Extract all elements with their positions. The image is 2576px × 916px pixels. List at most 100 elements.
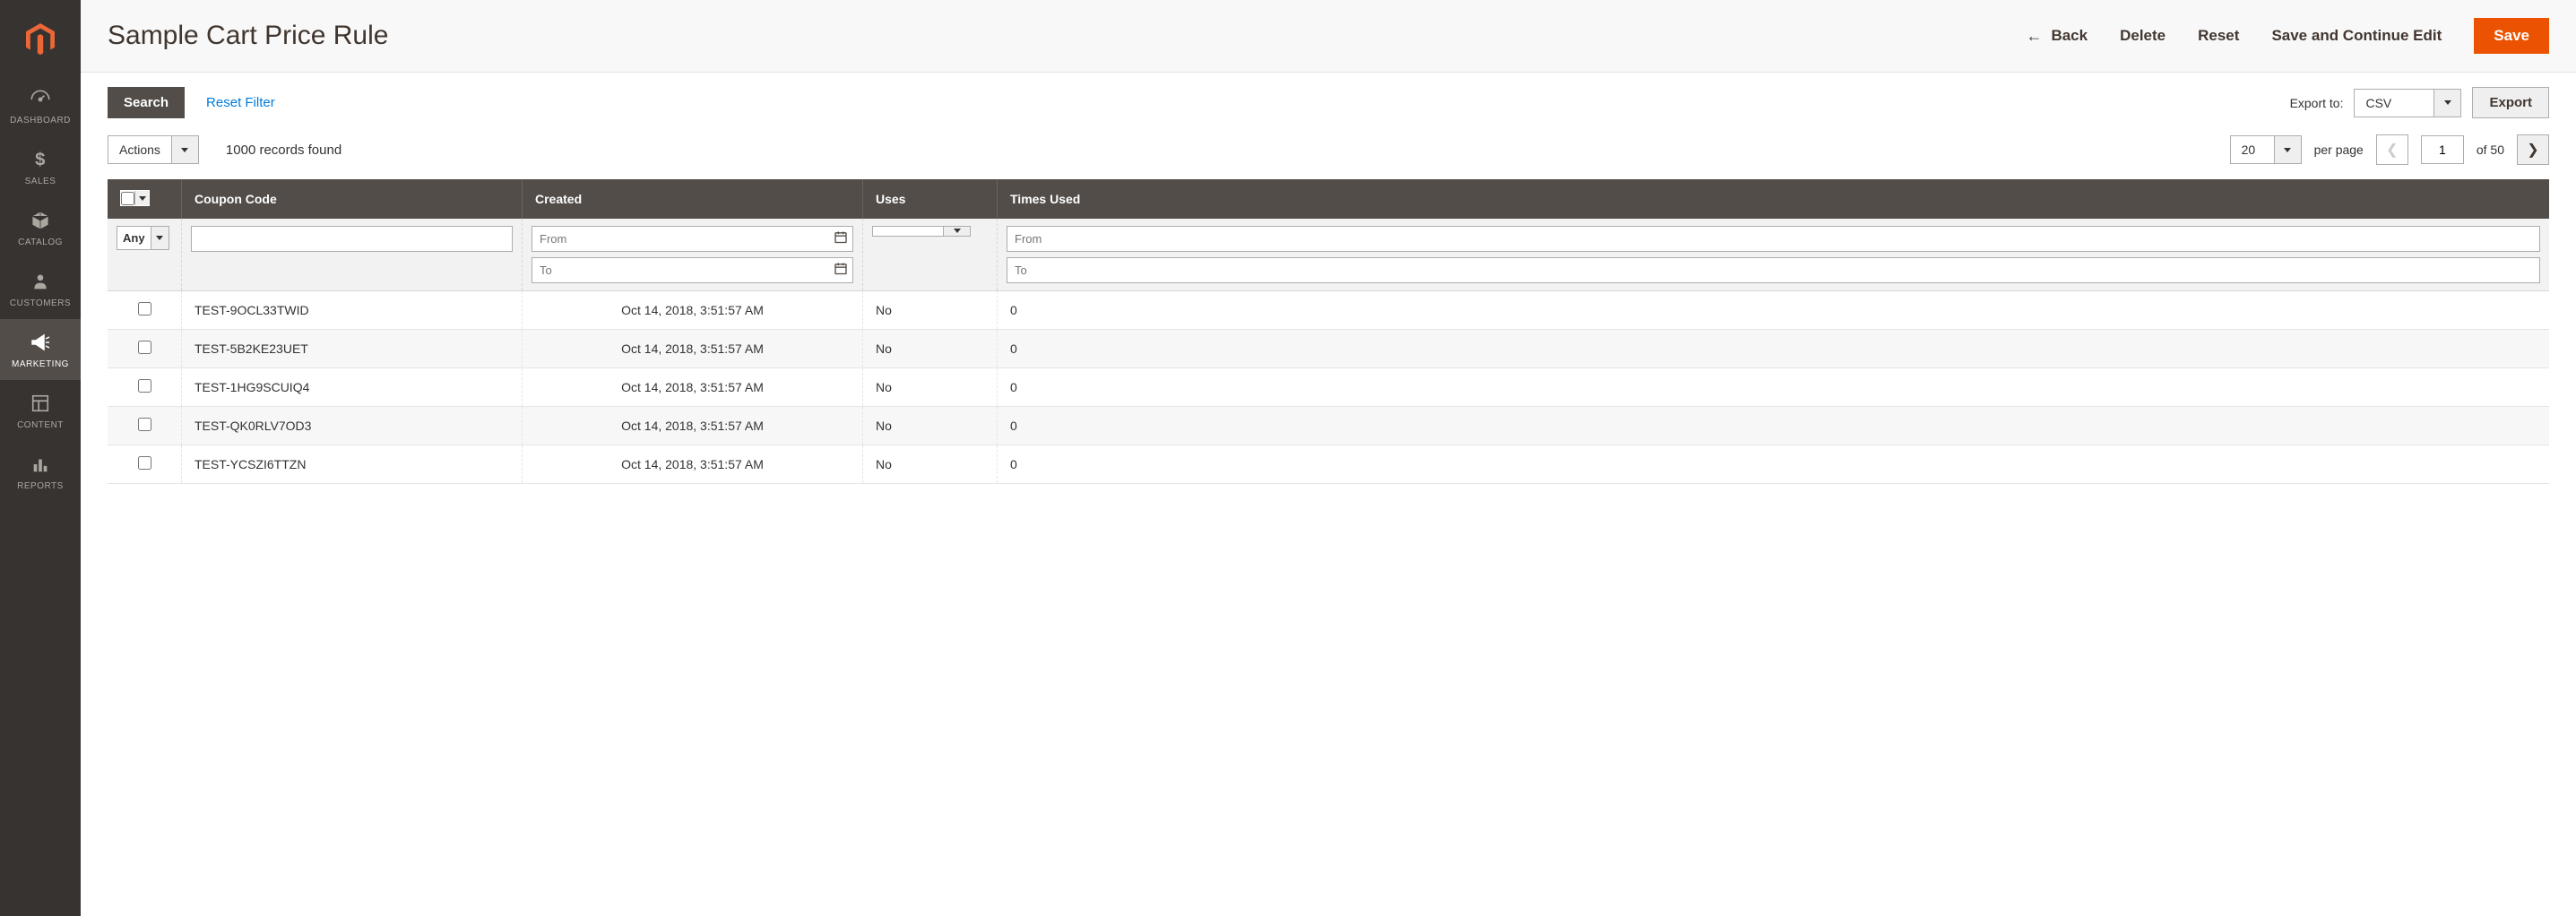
- header-created[interactable]: Created: [523, 179, 863, 219]
- filter-select-any[interactable]: Any: [117, 226, 172, 250]
- sidebar-item-marketing[interactable]: MARKETING: [0, 319, 81, 380]
- cell-times-used: 0: [998, 406, 2550, 445]
- sidebar-item-catalog[interactable]: CATALOG: [0, 197, 81, 258]
- header-coupon-code[interactable]: Coupon Code: [182, 179, 523, 219]
- save-button[interactable]: Save: [2474, 18, 2549, 54]
- page-title: Sample Cart Price Rule: [108, 21, 388, 51]
- table-row[interactable]: TEST-5B2KE23UET Oct 14, 2018, 3:51:57 AM…: [108, 329, 2549, 367]
- filter-any-value: Any: [117, 226, 151, 250]
- sidebar-label: MARKETING: [12, 359, 69, 369]
- cell-coupon-code: TEST-YCSZI6TTZN: [182, 445, 523, 483]
- current-page-input[interactable]: [2421, 135, 2464, 164]
- total-pages-label: of 50: [2477, 143, 2504, 157]
- cell-coupon-code: TEST-5B2KE23UET: [182, 329, 523, 367]
- row-checkbox[interactable]: [138, 302, 151, 315]
- chevron-left-icon: ❮: [2386, 141, 2398, 159]
- cell-created: Oct 14, 2018, 3:51:57 AM: [523, 329, 863, 367]
- sidebar-label: REPORTS: [17, 481, 64, 491]
- export-button[interactable]: Export: [2472, 87, 2549, 118]
- cell-created: Oct 14, 2018, 3:51:57 AM: [523, 406, 863, 445]
- grid-subtoolbar: Actions 1000 records found 20 per page ❮…: [81, 127, 2576, 179]
- mass-actions-select[interactable]: Actions: [108, 135, 199, 164]
- chevron-right-icon: ❯: [2527, 141, 2538, 159]
- reset-button[interactable]: Reset: [2198, 27, 2239, 45]
- export-format-select[interactable]: CSV: [2354, 89, 2461, 117]
- next-page-button[interactable]: ❯: [2517, 134, 2549, 165]
- filter-times-from[interactable]: [1007, 226, 2540, 252]
- search-button[interactable]: Search: [108, 87, 185, 118]
- sidebar-item-dashboard[interactable]: DASHBOARD: [0, 75, 81, 136]
- page-header: Sample Cart Price Rule ← Back Delete Res…: [81, 0, 2576, 73]
- filter-uses-select[interactable]: [872, 226, 988, 237]
- save-continue-button[interactable]: Save and Continue Edit: [2271, 27, 2442, 45]
- filter-times-to[interactable]: [1007, 257, 2540, 283]
- customers-icon: [28, 269, 53, 294]
- header-select-all: [108, 179, 182, 219]
- cell-uses: No: [863, 445, 998, 483]
- chevron-down-icon: [151, 226, 169, 250]
- sidebar-label: CATALOG: [18, 238, 63, 247]
- sidebar-item-sales[interactable]: $ SALES: [0, 136, 81, 197]
- back-button[interactable]: ← Back: [2026, 27, 2088, 46]
- select-all-checkbox[interactable]: [121, 192, 134, 205]
- filter-created-to[interactable]: [532, 257, 853, 283]
- table-row[interactable]: TEST-9OCL33TWID Oct 14, 2018, 3:51:57 AM…: [108, 290, 2549, 329]
- sidebar-item-customers[interactable]: CUSTOMERS: [0, 258, 81, 319]
- actions-value: Actions: [108, 135, 172, 164]
- records-count: 1000 records found: [226, 143, 341, 158]
- arrow-left-icon: ←: [2026, 27, 2042, 46]
- chevron-down-icon: [944, 226, 971, 237]
- magento-logo[interactable]: [0, 9, 81, 75]
- cell-times-used: 0: [998, 367, 2550, 406]
- header-uses[interactable]: Uses: [863, 179, 998, 219]
- filter-uses-value: [872, 226, 944, 237]
- table-row[interactable]: TEST-1HG9SCUIQ4 Oct 14, 2018, 3:51:57 AM…: [108, 367, 2549, 406]
- row-checkbox[interactable]: [138, 456, 151, 470]
- sidebar-label: DASHBOARD: [10, 116, 71, 125]
- row-checkbox[interactable]: [138, 379, 151, 393]
- sales-icon: $: [28, 147, 53, 172]
- dashboard-icon: [28, 86, 53, 111]
- reset-filter-button[interactable]: Reset Filter: [206, 95, 275, 110]
- content-icon: [28, 391, 53, 416]
- sidebar-item-reports[interactable]: REPORTS: [0, 441, 81, 502]
- cell-created: Oct 14, 2018, 3:51:57 AM: [523, 445, 863, 483]
- chevron-down-icon: [2275, 135, 2302, 164]
- filter-created-from[interactable]: [532, 226, 853, 252]
- main-content: Sample Cart Price Rule ← Back Delete Res…: [81, 0, 2576, 916]
- filter-coupon-code[interactable]: [191, 226, 513, 252]
- row-checkbox[interactable]: [138, 341, 151, 354]
- prev-page-button[interactable]: ❮: [2376, 134, 2408, 165]
- cell-created: Oct 14, 2018, 3:51:57 AM: [523, 367, 863, 406]
- chevron-down-icon: [2434, 89, 2461, 117]
- export-to-label: Export to:: [2290, 96, 2344, 110]
- cell-uses: No: [863, 329, 998, 367]
- cell-times-used: 0: [998, 290, 2550, 329]
- catalog-icon: [28, 208, 53, 233]
- per-page-label: per page: [2314, 143, 2364, 157]
- table-row[interactable]: TEST-QK0RLV7OD3 Oct 14, 2018, 3:51:57 AM…: [108, 406, 2549, 445]
- cell-uses: No: [863, 290, 998, 329]
- grid-header: Coupon Code Created Uses Times Used: [108, 179, 2549, 219]
- grid-filters: Any: [108, 219, 2549, 291]
- cell-created: Oct 14, 2018, 3:51:57 AM: [523, 290, 863, 329]
- cell-uses: No: [863, 367, 998, 406]
- toolbar-left: Search Reset Filter: [108, 87, 275, 118]
- svg-text:$: $: [35, 150, 46, 169]
- select-all-toggle[interactable]: [134, 191, 149, 205]
- table-row[interactable]: TEST-YCSZI6TTZN Oct 14, 2018, 3:51:57 AM…: [108, 445, 2549, 483]
- delete-button[interactable]: Delete: [2120, 27, 2165, 45]
- grid-table-wrap: Coupon Code Created Uses Times Used Any: [81, 179, 2576, 502]
- per-page-select[interactable]: 20: [2230, 135, 2302, 164]
- sidebar-item-content[interactable]: CONTENT: [0, 380, 81, 441]
- pagination: 20 per page ❮ of 50 ❯: [2230, 134, 2549, 165]
- toolbar-right: Export to: CSV Export: [2290, 87, 2549, 118]
- header-actions: ← Back Delete Reset Save and Continue Ed…: [2026, 18, 2549, 54]
- cell-times-used: 0: [998, 445, 2550, 483]
- magento-logo-icon: [22, 22, 58, 57]
- back-label: Back: [2051, 27, 2088, 45]
- row-checkbox[interactable]: [138, 418, 151, 431]
- header-times-used[interactable]: Times Used: [998, 179, 2550, 219]
- grid-toolbar: Search Reset Filter Export to: CSV Expor…: [81, 73, 2576, 127]
- marketing-icon: [28, 330, 53, 355]
